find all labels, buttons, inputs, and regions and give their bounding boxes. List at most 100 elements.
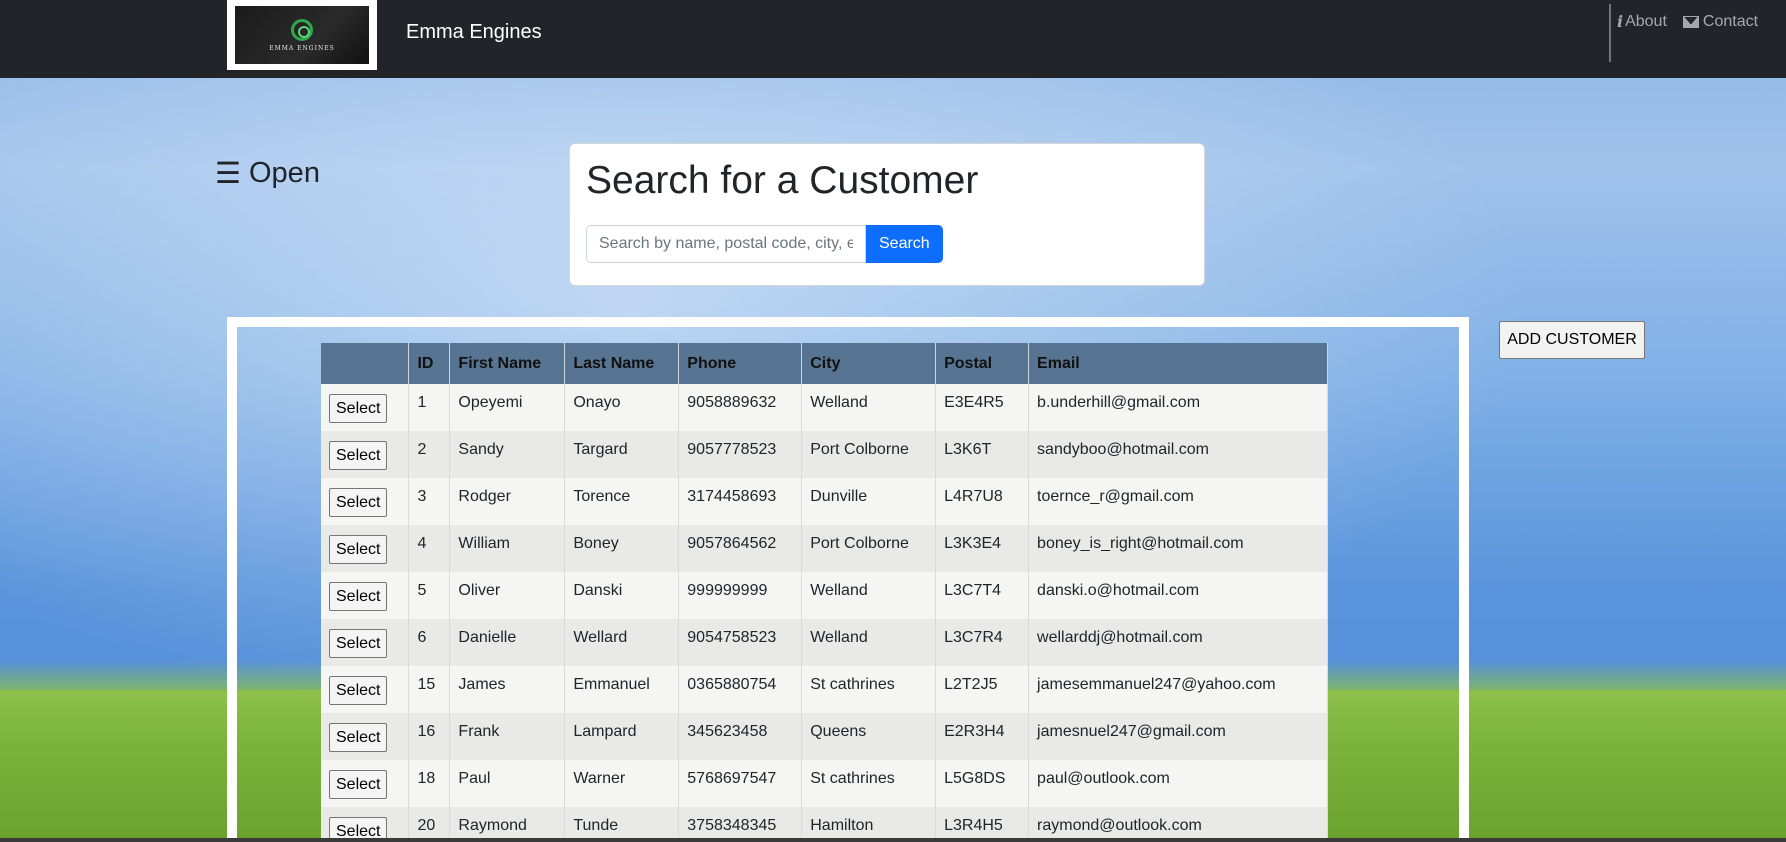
- cell-select: Select: [321, 807, 410, 842]
- cell-email: jamesemmanuel247@yahoo.com: [1028, 666, 1328, 713]
- select-button[interactable]: Select: [329, 723, 388, 752]
- table-row: Select 6 Danielle Wellard 9054758523 Welland L…: [321, 619, 1328, 666]
- brand-name[interactable]: Emma Engines: [406, 21, 542, 44]
- column-header-last-name[interactable]: Last Name: [564, 343, 680, 384]
- cell-phone: 3174458693: [678, 478, 803, 525]
- cell-first-name: Rodger: [449, 478, 566, 525]
- cell-last-name: Torence: [564, 478, 680, 525]
- table-row: Select 16 Frank Lampard 345623458 Queens E2R3H…: [321, 713, 1328, 760]
- search-card: Search for a Customer Search: [569, 143, 1205, 286]
- cell-city: Welland: [801, 619, 937, 666]
- open-sidebar-button[interactable]: ☰ Open: [215, 156, 320, 191]
- column-header-email[interactable]: Email: [1028, 343, 1328, 384]
- cell-email: jamesnuel247@gmail.com: [1028, 713, 1328, 760]
- cell-last-name: Warner: [564, 760, 680, 807]
- nav-links: i About Contact: [1617, 12, 1758, 31]
- table-header-row: ID First Name Last Name Phone City Posta…: [321, 343, 1328, 384]
- cell-email: danski.o@hotmail.com: [1028, 572, 1328, 619]
- cell-id: 6: [408, 619, 451, 666]
- cell-id: 5: [408, 572, 451, 619]
- cell-id: 1: [408, 384, 451, 431]
- cell-city: Queens: [801, 713, 937, 760]
- search-button[interactable]: Search: [866, 224, 943, 263]
- column-header-postal[interactable]: Postal: [935, 343, 1030, 384]
- nav-link-about-label: About: [1625, 12, 1667, 30]
- cell-id: 3: [408, 478, 451, 525]
- search-row: Search: [586, 224, 1188, 263]
- cell-last-name: Onayo: [564, 384, 680, 431]
- open-sidebar-label: Open: [249, 157, 320, 189]
- logo-text: EMMA ENGINES: [269, 44, 335, 52]
- cell-email: sandyboo@hotmail.com: [1028, 431, 1328, 478]
- select-button[interactable]: Select: [329, 770, 388, 799]
- table-row: Select 1 Opeyemi Onayo 9058889632 Welland E3E4…: [321, 384, 1328, 431]
- cell-select: Select: [321, 478, 410, 525]
- select-button[interactable]: Select: [329, 441, 388, 470]
- cell-last-name: Targard: [564, 431, 680, 478]
- cell-postal: L5G8DS: [935, 760, 1030, 807]
- cell-id: 15: [408, 666, 451, 713]
- cell-email: b.underhill@gmail.com: [1028, 384, 1328, 431]
- logo[interactable]: EMMA ENGINES: [227, 0, 377, 70]
- cell-last-name: Wellard: [564, 619, 680, 666]
- cell-phone: 5768697547: [678, 760, 803, 807]
- add-customer-button[interactable]: ADD CUSTOMER: [1499, 321, 1645, 359]
- cell-phone: 3758348345: [678, 807, 803, 842]
- search-input[interactable]: [586, 224, 866, 263]
- select-button[interactable]: Select: [329, 394, 388, 423]
- cell-id: 16: [408, 713, 451, 760]
- cell-first-name: Paul: [449, 760, 566, 807]
- column-header-id[interactable]: ID: [408, 343, 451, 384]
- info-icon: i: [1617, 12, 1624, 31]
- select-button[interactable]: Select: [329, 676, 388, 705]
- cell-last-name: Danski: [564, 572, 680, 619]
- column-header-select: [321, 343, 410, 384]
- cell-first-name: Sandy: [449, 431, 566, 478]
- logo-image: EMMA ENGINES: [235, 6, 369, 64]
- column-header-city[interactable]: City: [801, 343, 937, 384]
- cell-select: Select: [321, 384, 410, 431]
- cell-city: Port Colborne: [801, 431, 937, 478]
- cell-postal: L3C7R4: [935, 619, 1030, 666]
- cell-city: Welland: [801, 384, 937, 431]
- cell-phone: 9057864562: [678, 525, 803, 572]
- cell-select: Select: [321, 666, 410, 713]
- nav-link-contact[interactable]: Contact: [1682, 12, 1759, 31]
- table-row: Select 18 Paul Warner 5768697547 St cathrines…: [321, 760, 1328, 807]
- cell-postal: E2R3H4: [935, 713, 1030, 760]
- cell-id: 20: [408, 807, 451, 842]
- cell-postal: L3K3E4: [935, 525, 1030, 572]
- nav-divider: [1609, 4, 1611, 62]
- nav-link-contact-label: Contact: [1702, 12, 1759, 30]
- cell-select: Select: [321, 572, 410, 619]
- table-row: Select 4 William Boney 9057864562 Port Colbor…: [321, 525, 1328, 572]
- menu-icon: ☰: [215, 158, 241, 190]
- cell-id: 18: [408, 760, 451, 807]
- cell-last-name: Emmanuel: [564, 666, 680, 713]
- cell-first-name: Frank: [449, 713, 566, 760]
- table-row: Select 20 Raymond Tunde 3758348345 Hamilton L3…: [321, 807, 1328, 842]
- cell-email: paul@outlook.com: [1028, 760, 1328, 807]
- cell-first-name: Raymond: [449, 807, 566, 842]
- select-button[interactable]: Select: [329, 488, 388, 517]
- cell-select: Select: [321, 619, 410, 666]
- table-row: Select 15 James Emmanuel 0365880754 St cathri…: [321, 666, 1328, 713]
- cell-phone: 999999999: [678, 572, 803, 619]
- cell-postal: E3E4R5: [935, 384, 1030, 431]
- select-button[interactable]: Select: [329, 535, 388, 564]
- logo-mark-icon: [291, 18, 313, 41]
- bottom-border: [0, 838, 1786, 842]
- select-button[interactable]: Select: [329, 629, 388, 658]
- cell-postal: L2T2J5: [935, 666, 1030, 713]
- cell-city: Hamilton: [801, 807, 937, 842]
- column-header-first-name[interactable]: First Name: [449, 343, 566, 384]
- column-header-phone[interactable]: Phone: [678, 343, 803, 384]
- nav-link-about[interactable]: i About: [1617, 12, 1667, 31]
- cell-id: 2: [408, 431, 451, 478]
- cell-phone: 9057778523: [678, 431, 803, 478]
- select-button[interactable]: Select: [329, 582, 388, 611]
- envelope-icon: [1682, 15, 1699, 28]
- cell-city: Welland: [801, 572, 937, 619]
- cell-phone: 9058889632: [678, 384, 803, 431]
- cell-select: Select: [321, 431, 410, 478]
